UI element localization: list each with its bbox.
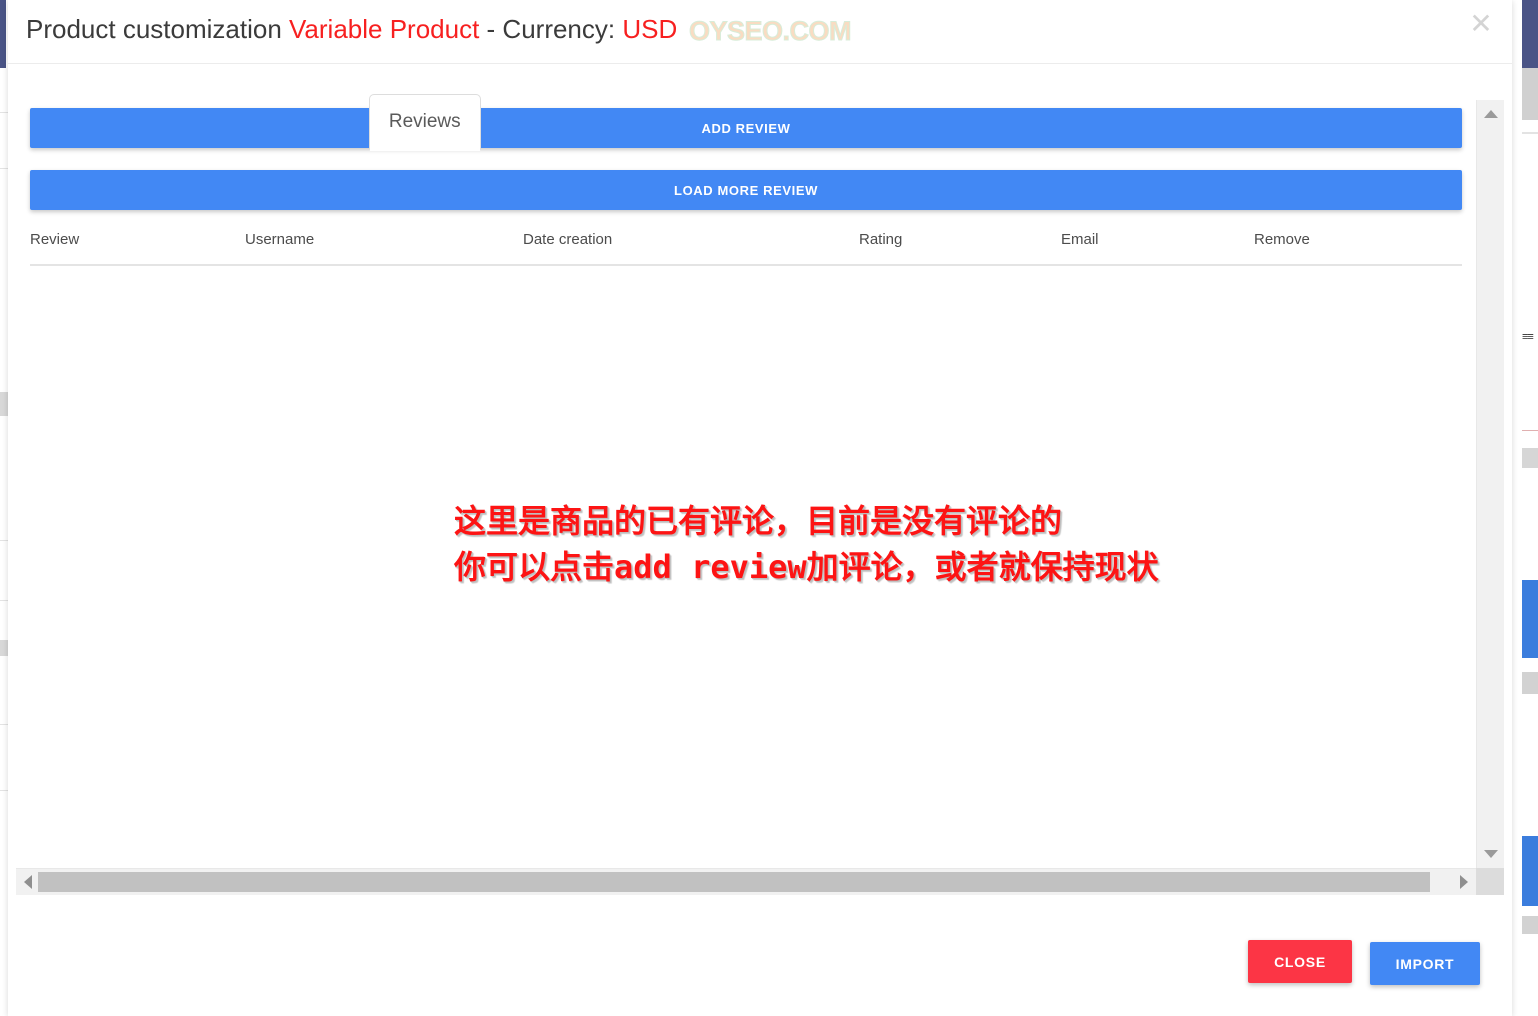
dialog-title-product: Variable Product xyxy=(289,14,480,44)
background-block xyxy=(1522,916,1538,934)
background-page-right: ≡≡ xyxy=(1512,0,1538,1016)
table-header-row: Review Username Date creation Rating Ema… xyxy=(30,231,1462,266)
dialog-title-mid: - Currency: xyxy=(479,14,623,44)
background-page-left xyxy=(0,0,8,1016)
close-icon[interactable]: ✕ xyxy=(1466,10,1496,40)
import-button[interactable]: IMPORT xyxy=(1370,942,1480,985)
background-block xyxy=(1522,448,1538,468)
background-rule xyxy=(0,168,8,169)
scroll-up-button[interactable] xyxy=(1477,104,1505,124)
scroll-left-button[interactable] xyxy=(18,869,38,895)
column-header-date-creation: Date creation xyxy=(523,231,859,266)
watermark: OYSEO.COM xyxy=(688,16,852,47)
dialog-header: Product customization Variable Product -… xyxy=(8,0,1512,64)
background-navbar xyxy=(0,0,6,68)
background-button xyxy=(1522,836,1538,906)
vertical-scrollbar[interactable] xyxy=(1476,100,1504,868)
horizontal-scroll-thumb[interactable] xyxy=(38,872,1430,892)
triangle-down-icon xyxy=(1484,850,1498,858)
background-block xyxy=(1522,672,1538,694)
background-rule xyxy=(0,112,8,113)
add-review-button[interactable]: ADD REVIEW xyxy=(30,108,1462,148)
column-header-review: Review xyxy=(30,231,245,266)
dialog-title-currency: USD xyxy=(622,14,678,44)
scrollbar-corner xyxy=(1476,868,1504,895)
annotation-line-2-prefix: 你可以点击 xyxy=(454,548,615,586)
background-block xyxy=(1522,68,1538,120)
background-text: ≡≡ xyxy=(1522,334,1534,343)
annotation-line-2-code: add review xyxy=(614,548,807,586)
annotation-line-1: 这里是商品的已有评论，目前是没有评论的 xyxy=(454,502,1063,540)
screen: ≡≡ Product customization Variable Produc… xyxy=(0,0,1538,1016)
reviews-table: Review Username Date creation Rating Ema… xyxy=(30,231,1462,266)
dialog-title-prefix: Product customization xyxy=(26,14,290,44)
column-header-username: Username xyxy=(245,231,523,266)
reviews-panel: ADD REVIEW LOAD MORE REVIEW Review Usern… xyxy=(16,100,1476,868)
dialog-body: ADD REVIEW LOAD MORE REVIEW Review Usern… xyxy=(16,100,1504,895)
column-header-rating: Rating xyxy=(859,231,1061,266)
triangle-right-icon xyxy=(1460,875,1468,889)
triangle-left-icon xyxy=(24,875,32,889)
background-rule xyxy=(0,790,8,791)
annotation-overlay: 这里是商品的已有评论，目前是没有评论的 你可以点击add review加评论，或… xyxy=(454,498,1159,590)
background-rule xyxy=(1522,430,1538,431)
background-button xyxy=(1522,580,1538,658)
background-rule xyxy=(1522,132,1538,134)
scroll-right-button[interactable] xyxy=(1454,869,1474,895)
column-header-remove: Remove xyxy=(1254,231,1462,266)
background-rule xyxy=(0,540,8,541)
background-rule xyxy=(0,600,8,601)
load-more-review-button[interactable]: LOAD MORE REVIEW xyxy=(30,170,1462,210)
background-block xyxy=(0,640,8,656)
horizontal-scrollbar[interactable] xyxy=(16,868,1476,895)
background-block xyxy=(0,392,8,416)
annotation-line-2: 你可以点击add review加评论，或者就保持现状 xyxy=(454,544,1159,590)
scroll-down-button[interactable] xyxy=(1477,844,1505,864)
background-rule xyxy=(0,724,8,725)
reviews-table-head: Review Username Date creation Rating Ema… xyxy=(30,231,1462,266)
annotation-line-2-suffix: 加评论，或者就保持现状 xyxy=(806,548,1159,586)
dialog-title: Product customization Variable Product -… xyxy=(26,14,677,45)
tab-reviews[interactable]: Reviews xyxy=(368,94,481,151)
dialog-footer: CLOSE IMPORT xyxy=(8,900,1512,1016)
product-customization-dialog: Product customization Variable Product -… xyxy=(8,0,1512,1016)
background-navbar xyxy=(1522,0,1538,68)
column-header-email: Email xyxy=(1061,231,1254,266)
triangle-up-icon xyxy=(1484,110,1498,118)
close-button[interactable]: CLOSE xyxy=(1248,940,1352,983)
